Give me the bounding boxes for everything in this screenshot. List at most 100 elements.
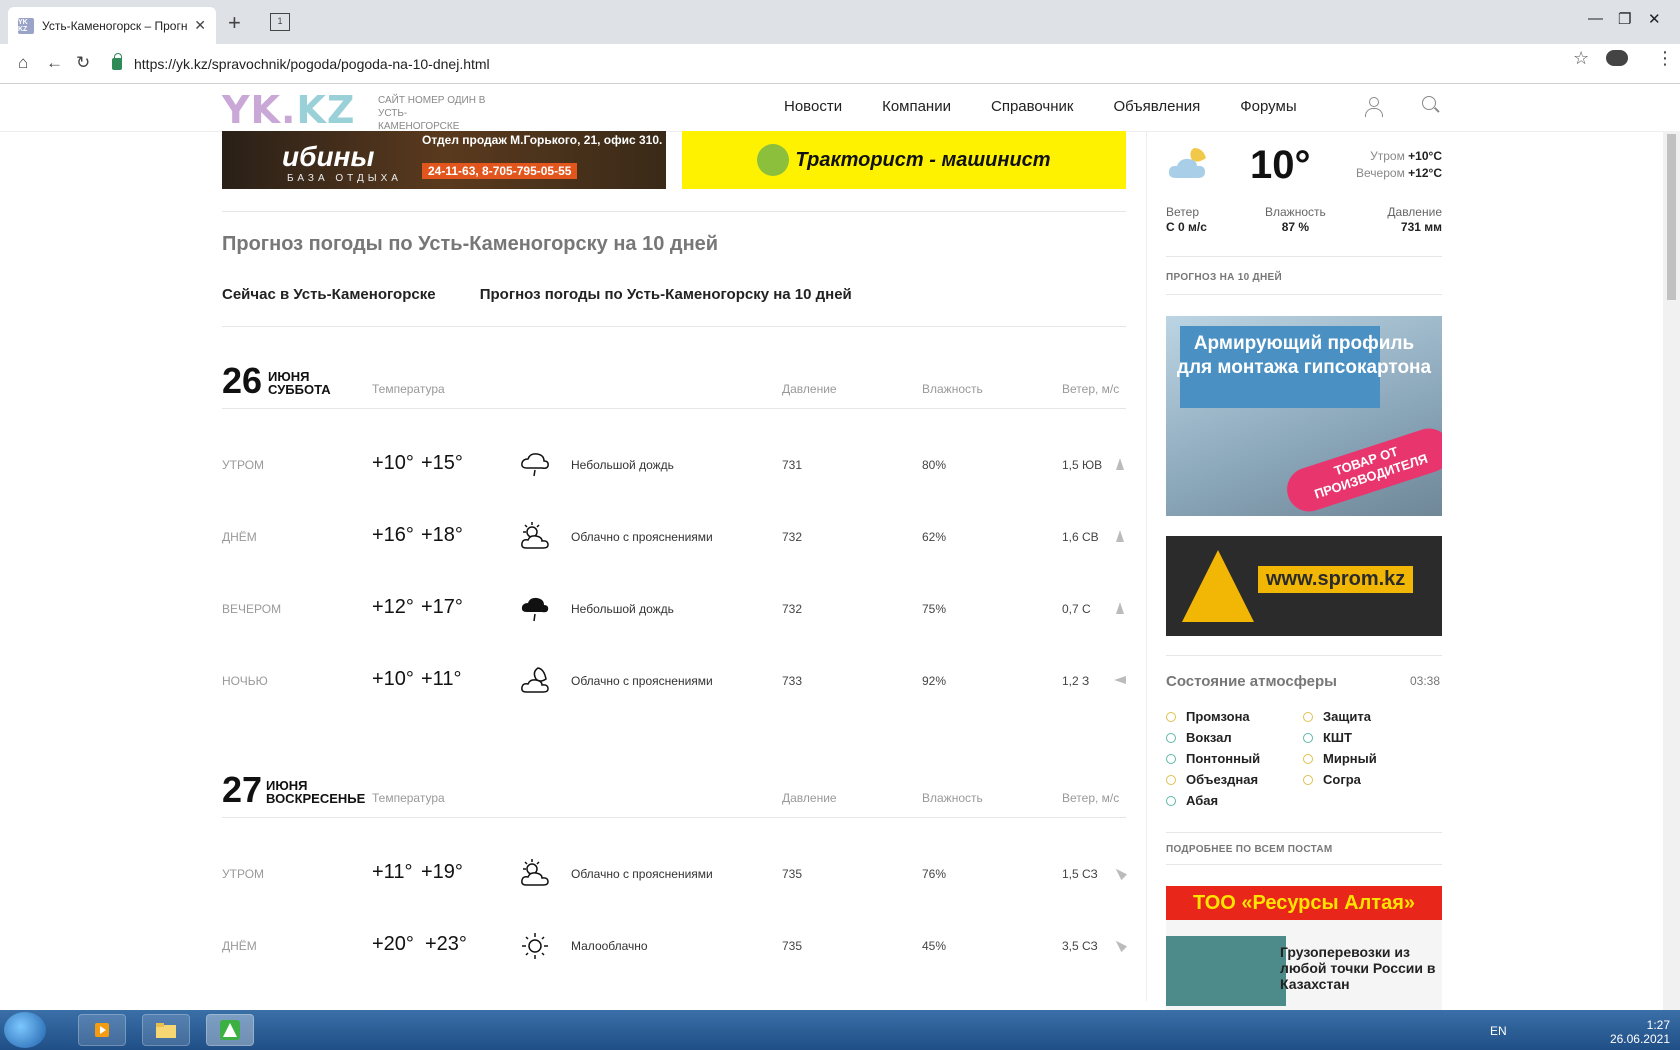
sidebar-divider [1146,131,1147,1001]
nav-directory[interactable]: Справочник [991,98,1074,115]
atm-station[interactable]: Понтонный [1166,751,1260,766]
nav-news[interactable]: Новости [784,98,842,115]
nav-ads[interactable]: Объявления [1113,98,1200,115]
banner-resort-address: Отдел продаж М.Горького, 21, офис 310. [422,133,663,147]
day-number: 26 [222,360,263,401]
current-wind: Ветер С 0 м/с [1166,205,1207,234]
close-window-icon[interactable]: ✕ [1648,10,1661,28]
wind-value: 1,5 ЮВ [1062,458,1103,472]
scrollbar-thumb[interactable] [1667,134,1676,300]
ad-profile[interactable]: Армирующий профиль для монтажа гипсокарт… [1166,316,1442,516]
forecast-10-days-link[interactable]: ПРОГНОЗ НА 10 ДНЕЙ [1166,272,1282,283]
status-dot-icon [1303,732,1313,743]
night-cloud-icon [521,667,549,693]
col-wind: Ветер, м/с [1062,382,1120,396]
tab-10-days[interactable]: Прогноз погоды по Усть-Каменогорску на 1… [480,286,852,303]
extension-icon[interactable] [1606,50,1628,66]
status-dot-icon [1303,711,1313,722]
banner-tractor[interactable]: Тракторист - машинист [682,131,1126,189]
atm-station[interactable]: Объездная [1166,772,1258,787]
atm-station[interactable]: Вокзал [1166,730,1232,745]
col-pressure: Давление [782,382,837,396]
sun-icon [522,933,548,959]
pressure-value: 733 [782,674,803,688]
weather-desc: Облачно с прояснениями [571,530,713,544]
partly-cloudy-icon [521,859,549,886]
banner-resort[interactable]: ибины БАЗА ОТДЫХА Отдел продаж М.Горьког… [222,131,666,189]
ad-sprom[interactable]: www.sprom.kz [1166,536,1442,636]
atm-station[interactable]: КШТ [1303,730,1352,745]
media-player-icon[interactable] [78,1014,126,1046]
forecast-row: НОЧЬЮ +10° +11° Облачно с прояснениями 7… [222,662,1126,702]
atm-station[interactable]: Абая [1166,793,1218,808]
wind-arrow-icon [1114,676,1126,684]
pressure-value: 735 [782,939,803,953]
home-icon[interactable]: ⌂ [18,53,28,73]
atm-station[interactable]: Защита [1303,709,1371,724]
ad-resources[interactable]: Грузоперевозки из любой точки России в К… [1166,920,1442,1010]
url-input[interactable]: https://yk.kz/spravochnik/pogoda/pogoda-… [100,49,1606,79]
banner-tractor-logo [757,144,790,176]
restore-icon[interactable]: ❐ [1618,10,1631,28]
rain-cloud-icon [521,453,549,477]
temp-min: +10° [372,668,414,690]
back-icon[interactable]: ← [46,53,63,73]
system-clock[interactable]: 1:27 26.06.2021 [1610,1018,1670,1046]
tab-count-button[interactable]: 1 [270,13,290,31]
wind-arrow-icon [1112,937,1128,953]
ad-profile-badge: ТОВАР ОТ ПРОИЗВОДИТЕЛЯ [1281,422,1442,516]
day-month: ИЮНЯ ВОСКРЕСЕНЬЕ [266,778,366,806]
site-tagline: САЙТ НОМЕР ОДИН В УСТЬ-КАМЕНОГОРСКЕ [378,95,486,132]
nav-companies[interactable]: Компании [882,98,951,115]
divider [1166,655,1442,656]
divider [1166,256,1442,257]
wind-arrow-icon [1116,530,1124,542]
weather-desc: Облачно с прояснениями [571,867,713,881]
weather-desc: Небольшой дождь [571,602,674,616]
all-posts-link[interactable]: ПОДРОБНЕЕ ПО ВСЕМ ПОСТАМ [1166,844,1333,855]
site-logo[interactable]: YK.KZ [222,88,355,132]
status-dot-icon [1166,711,1176,722]
tab-now[interactable]: Сейчас в Усть-Каменогорске [222,286,436,303]
sprom-logo-icon [1182,550,1254,622]
nav-forums[interactable]: Форумы [1240,98,1296,115]
reload-icon[interactable]: ↻ [76,53,90,73]
search-icon[interactable] [1422,96,1440,114]
day-part: ВЕЧЕРОМ [222,602,282,616]
language-indicator[interactable]: EN [1490,1024,1507,1038]
forecast-row: ДНЁМ +20° +23° Малооблачно 735 45% 3,5 С… [222,927,1128,967]
day-month: ИЮНЯ СУББОТА [268,369,331,397]
atm-station[interactable]: Согра [1303,772,1361,787]
browser-taskbar-icon[interactable] [206,1014,254,1046]
status-dot-icon [1166,795,1176,806]
atmosphere-time: 03:38 [1410,674,1441,688]
bookmark-star-icon[interactable]: ☆ [1573,48,1589,69]
tab-close-icon[interactable]: ✕ [194,17,206,34]
day-part: НОЧЬЮ [222,674,268,688]
minimize-icon[interactable]: — [1588,10,1603,27]
lock-icon [112,53,122,70]
browser-menu-icon[interactable]: ⋮ [1656,48,1674,69]
temp-max: +11° [421,668,462,690]
explorer-icon[interactable] [142,1014,190,1046]
browser-tabbar: YK KZ Усть-Каменогорск – Прогноз ✕ + 1 —… [0,0,1680,44]
new-tab-button[interactable]: + [228,10,241,36]
ad-resources-header[interactable]: ТОО «Ресурсы Алтая» [1166,886,1442,920]
status-dot-icon [1166,774,1176,785]
divider [222,211,1126,212]
atm-station[interactable]: Мирный [1303,751,1377,766]
forecast-row: ДНЁМ +16° +18° Облачно с прояснениями 73… [222,518,1126,558]
forecast-tabs: Сейчас в Усть-Каменогорске Прогноз погод… [222,286,892,303]
weather-desc: Малооблачно [571,939,648,953]
wind-value: 1,6 СВ [1062,530,1099,544]
current-pressure: Давление 731 мм [1387,205,1442,234]
user-icon[interactable] [1364,96,1383,117]
status-dot-icon [1166,753,1176,764]
day-header: 27 ИЮНЯ ВОСКРЕСЕНЬЕ Температура Давление … [222,769,1126,819]
temp-max: +19° [421,861,463,883]
atm-station[interactable]: Промзона [1166,709,1250,724]
start-button[interactable] [4,1012,46,1048]
wind-arrow-icon [1112,865,1128,881]
current-humidity: Влажность 87 % [1265,205,1326,234]
browser-tab[interactable]: YK KZ Усть-Каменогорск – Прогноз ✕ [8,7,216,44]
